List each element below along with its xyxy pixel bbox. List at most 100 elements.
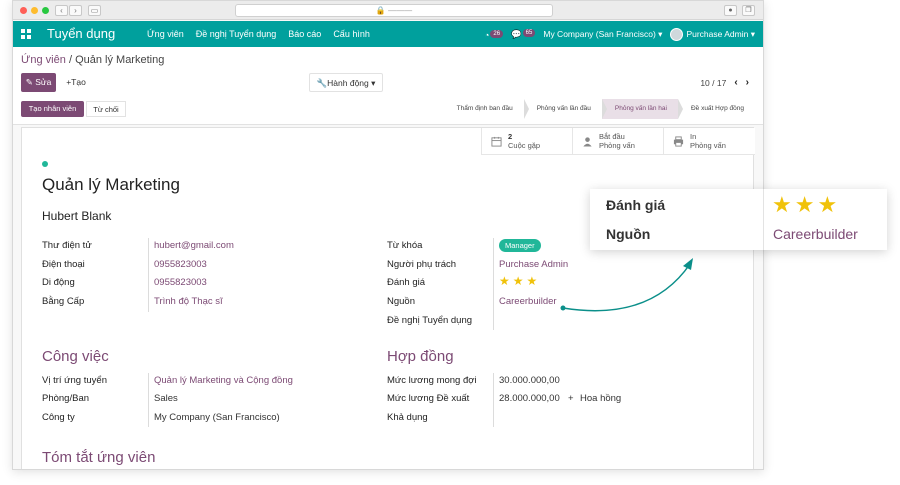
messages-badge: 65 [522, 29, 536, 37]
sidebar-icon[interactable]: ▭ [88, 5, 101, 16]
stage-first-interview[interactable]: Phỏng vấn lần đầu [523, 99, 607, 119]
start-interview-smart-button[interactable]: Bắt đầu Phỏng vấn [572, 128, 663, 155]
activity-button[interactable]: ◔ 26 [484, 29, 504, 40]
star-icon[interactable]: ★ [513, 275, 524, 287]
field-label-phone: Điện thoại [42, 259, 85, 270]
close-dot[interactable] [20, 7, 27, 14]
plus-sign: + [568, 393, 574, 404]
action-label: Hành động [327, 78, 369, 88]
back-icon[interactable]: ‹ [55, 5, 68, 16]
pencil-icon: ✎ [25, 77, 33, 87]
lock-icon: 🔒 [375, 6, 386, 15]
source-value[interactable]: Careerbuilder [499, 296, 557, 307]
menu-item-configuration[interactable]: Cấu hình [333, 29, 370, 39]
meetings-smart-button[interactable]: 2 Cuộc gặp [481, 128, 572, 155]
mobile-value[interactable]: 0955823003 [154, 277, 207, 288]
stage-second-interview[interactable]: Phỏng vấn lần hai [601, 99, 683, 119]
edit-button[interactable]: ✎ Sửa [21, 73, 56, 92]
proposed-salary-value[interactable]: 28.000.000,00 [499, 393, 560, 404]
field-label-rating: Đánh giá [387, 277, 426, 288]
browser-chrome: ‹ › ▭ 🔒 ——— ● ❐ [13, 1, 763, 20]
job-position-value[interactable]: Quản lý Marketing và Cộng đồng [154, 375, 293, 386]
field-label-responsible: Người phụ trách [387, 259, 457, 270]
meetings-count: 2 [508, 132, 513, 141]
action-dropdown[interactable]: 🔧Hành động ▾ [309, 73, 383, 92]
star-icon: ★ [817, 192, 838, 217]
field-label-availability: Khả dụng [387, 412, 428, 423]
stage-contract-proposal[interactable]: Đề xuất Hợp đồng [677, 99, 755, 119]
breadcrumb-current: Quản lý Marketing [75, 54, 165, 66]
kanban-state-dot[interactable] [42, 161, 48, 167]
stage-initial-qualification[interactable]: Thẩm định ban đầu [443, 99, 529, 119]
section-summary-title: Tóm tắt ứng viên [42, 449, 156, 466]
app-brand[interactable]: Tuyển dụng [47, 26, 115, 41]
email-value[interactable]: hubert@gmail.com [154, 240, 234, 251]
star-icon[interactable]: ★ [499, 275, 510, 287]
callout-rating-label: Đánh giá [606, 197, 666, 213]
print-line2: Phỏng vấn [690, 141, 726, 150]
create-employee-button[interactable]: Tạo nhân viên [21, 101, 84, 117]
avatar [670, 28, 684, 41]
commission-value[interactable]: Hoa hồng [580, 393, 621, 404]
clock-icon: ◔ [484, 29, 490, 40]
forward-icon[interactable]: › [69, 5, 82, 16]
expected-salary-value[interactable]: 30.000.000,00 [499, 375, 560, 386]
stage-label: Phỏng vấn lần đầu [536, 105, 591, 112]
field-label-proposed-salary: Mức lương Đề xuất [387, 393, 470, 404]
stage-label: Đề xuất Hợp đồng [690, 105, 744, 112]
systray: ◔ 26 💬 65 My Company (San Francisco) ▾ Pur… [484, 28, 755, 41]
partner-name[interactable]: Hubert Blank [42, 209, 111, 223]
star-icon: ★ [772, 192, 792, 217]
field-label-job-position: Vị trí ứng tuyển [42, 375, 107, 386]
field-label-expected-salary: Mức lương mong đợi [387, 375, 477, 386]
pager-previous-icon[interactable]: ‹ [734, 77, 737, 88]
department-value[interactable]: Sales [154, 393, 178, 404]
user-name: Purchase Admin [686, 28, 749, 39]
phone-value[interactable]: 0955823003 [154, 259, 207, 270]
tabs-icon[interactable]: ❐ [742, 5, 755, 16]
stage-label: Phỏng vấn lần hai [614, 105, 667, 112]
print-interview-smart-button[interactable]: In Phỏng vấn [663, 128, 755, 155]
field-label-mobile: Di động [42, 277, 75, 288]
record-title[interactable]: Quản lý Marketing [42, 175, 180, 195]
download-icon[interactable]: ● [724, 5, 737, 16]
annotation-arrow-icon [560, 258, 693, 312]
url-text: ——— [388, 6, 413, 15]
stage-statusbar: Thẩm định ban đầu Phỏng vấn lần đầu Phỏn… [443, 99, 755, 119]
field-divider [148, 238, 149, 312]
url-bar[interactable]: 🔒 ——— [235, 4, 553, 17]
minimize-dot[interactable] [31, 7, 38, 14]
main-menu: Ứng viên Đề nghị Tuyển dụng Báo cáo Cấu … [147, 29, 370, 39]
rating-stars[interactable]: ★ ★ ★ [499, 275, 537, 287]
breadcrumb-parent[interactable]: Ứng viên [21, 54, 66, 66]
calendar-icon [491, 136, 502, 147]
menu-item-reports[interactable]: Báo cáo [288, 29, 321, 39]
print-line1: In [690, 132, 697, 141]
refuse-button[interactable]: Từ chối [86, 101, 126, 117]
caret-down-icon: ▾ [371, 78, 376, 88]
chat-icon: 💬 [511, 29, 522, 39]
company-value[interactable]: My Company (San Francisco) [154, 412, 280, 423]
degree-value[interactable]: Trình độ Thạc sĩ [154, 296, 223, 307]
user-menu[interactable]: Purchase Admin ▾ [670, 28, 755, 41]
messages-button[interactable]: 💬 65 [511, 29, 536, 40]
pager-value[interactable]: 10 / 17 [700, 78, 726, 88]
create-label: Tạo [71, 77, 86, 87]
tag-badge[interactable]: Manager [499, 239, 541, 252]
field-divider [493, 373, 494, 427]
pager-next-icon[interactable]: › [746, 77, 749, 88]
start-line2: Phỏng vấn [599, 141, 635, 150]
menu-item-job-positions[interactable]: Đề nghị Tuyển dụng [196, 29, 277, 39]
field-label-company: Công ty [42, 412, 75, 423]
breadcrumb-separator: / [68, 54, 72, 66]
maximize-dot[interactable] [42, 7, 49, 14]
stage-label: Thẩm định ban đầu [456, 105, 513, 112]
top-navbar: Tuyển dụng Ứng viên Đề nghị Tuyển dụng B… [13, 21, 763, 47]
company-switcher[interactable]: My Company (San Francisco) ▾ [543, 29, 662, 40]
section-contract-title: Hợp đồng [387, 348, 454, 365]
apps-grid-icon[interactable] [21, 29, 31, 39]
star-icon[interactable]: ★ [527, 275, 538, 287]
create-button[interactable]: +Tạo [60, 73, 92, 92]
field-divider [493, 238, 494, 330]
menu-item-applicants[interactable]: Ứng viên [147, 29, 184, 39]
